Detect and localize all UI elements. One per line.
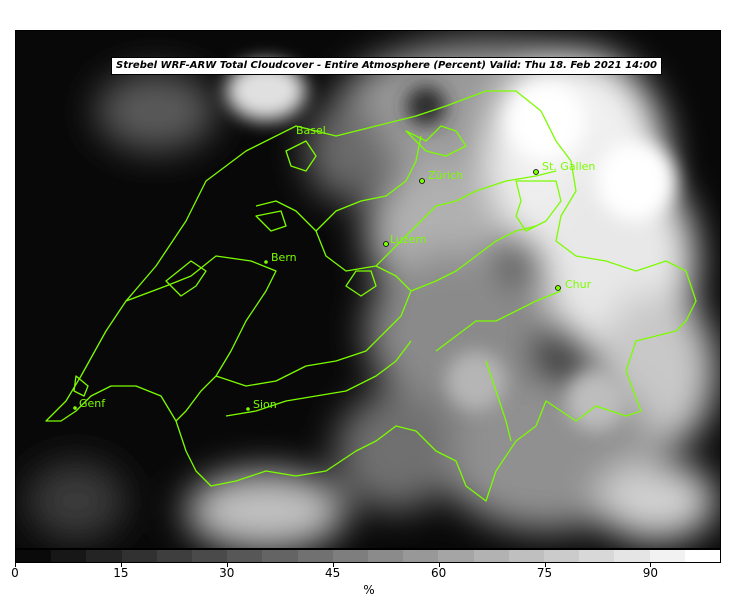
colorbar-segment (649, 550, 685, 562)
colorbar-tick-label: 90 (642, 566, 659, 580)
colorbar-segment (438, 550, 474, 562)
city-label-luzern: Luzern (390, 233, 427, 246)
city-marker-luzern (383, 241, 389, 247)
colorbar-tick-label: 0 (11, 566, 19, 580)
map-panel (15, 30, 721, 549)
city-marker-st-gallen (533, 169, 539, 175)
city-marker-genf (73, 406, 77, 410)
colorbar-segment (262, 550, 298, 562)
colorbar-segment (86, 550, 122, 562)
colorbar-segment (332, 550, 369, 562)
colorbar-segment (614, 550, 650, 562)
colorbar-tick-label: 30 (219, 566, 235, 580)
colorbar-segment (121, 550, 157, 562)
colorbar-unit-label: % (363, 583, 375, 597)
city-label-basel: Basel (296, 124, 326, 137)
colorbar-segment (473, 550, 509, 562)
colorbar-segment (544, 550, 580, 562)
colorbar-segment (192, 550, 228, 562)
city-marker-bern (264, 260, 268, 264)
colorbar (15, 549, 721, 563)
colorbar-segment (684, 550, 721, 562)
colorbar-segment (16, 550, 52, 562)
colorbar-segment (508, 550, 545, 562)
colorbar-tick-label: 75 (536, 566, 553, 580)
city-label-bern: Bern (271, 251, 297, 264)
colorbar-segment (368, 550, 404, 562)
city-label-zurich: Zürich (428, 169, 464, 182)
map-title: Strebel WRF-ARW Total Cloudcover - Entir… (111, 57, 663, 75)
city-label-sion: Sion (253, 398, 277, 411)
city-label-chur: Chur (565, 278, 592, 291)
city-label-genf: Genf (79, 397, 106, 410)
colorbar-segment (403, 550, 439, 562)
colorbar-tick-label: 60 (430, 566, 447, 580)
colorbar-segment (227, 550, 263, 562)
city-marker-chur (555, 285, 561, 291)
colorbar-segment (579, 550, 615, 562)
colorbar-segment (297, 550, 333, 562)
city-marker-sion (246, 407, 250, 411)
colorbar-tick-label: 45 (325, 566, 341, 580)
colorbar-segment (51, 550, 87, 562)
city-marker-zurich (419, 178, 425, 184)
city-label-st-gallen: St. Gallen (542, 160, 596, 173)
colorbar-tick-label: 15 (113, 566, 129, 580)
colorbar-segment (156, 550, 193, 562)
cloudcover-map (16, 31, 720, 548)
